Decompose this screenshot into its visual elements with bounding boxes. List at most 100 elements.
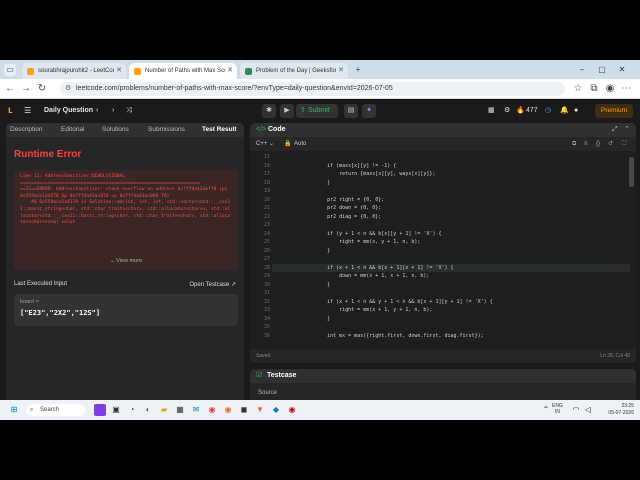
task-view-icon[interactable]: ▣ xyxy=(110,404,122,416)
language-select[interactable]: C++ ⌄ xyxy=(256,137,274,151)
extensions-icon[interactable]: ⧉ xyxy=(588,83,600,95)
bookmark-icon[interactable]: ☆ xyxy=(572,83,584,95)
code-line[interactable]: pr2 down = {0, 0}; xyxy=(303,204,381,213)
browser-tab-2[interactable]: Number of Paths with Max Score ✕ xyxy=(129,63,237,79)
code-line[interactable]: down = mm(x + 1, x + 1, n, b); xyxy=(303,272,429,281)
prev-problem-icon[interactable]: ‹ xyxy=(96,99,98,123)
code-line[interactable]: } xyxy=(303,281,330,290)
ai-sparkle-icon[interactable]: ✦ xyxy=(362,104,376,118)
language-indicator[interactable]: ENG IN xyxy=(552,403,563,415)
search-box[interactable]: ⌕ Search xyxy=(26,404,86,416)
premium-button[interactable]: Premium xyxy=(595,104,633,118)
brave-icon[interactable]: ▼ xyxy=(254,404,266,416)
close-tab-icon[interactable]: ✕ xyxy=(116,63,122,79)
profile-icon[interactable]: ◉ xyxy=(604,83,616,95)
code-line[interactable]: if (maxs[x][y] != -1) { xyxy=(303,162,396,171)
code-line[interactable]: if (y + 1 < n && b[x][y + 1] != 'X') { xyxy=(303,230,441,239)
page-title[interactable]: Daily Question xyxy=(44,99,93,123)
store-icon[interactable]: ▦ xyxy=(174,404,186,416)
widgets-icon[interactable] xyxy=(94,404,106,416)
avatar[interactable]: ● xyxy=(574,99,578,123)
line-number: 23 xyxy=(263,222,270,228)
settings-icon[interactable]: ⚙ xyxy=(504,99,510,123)
tab-actions-icon[interactable]: ▭ xyxy=(4,64,16,76)
close-window-icon[interactable]: ✕ xyxy=(616,64,628,76)
new-tab-icon[interactable]: + xyxy=(352,64,364,76)
start-icon[interactable]: ⊞ xyxy=(8,404,20,416)
submit-button[interactable]: ⇪ Submit xyxy=(296,104,338,118)
fullscreen-icon[interactable]: ⛶ xyxy=(622,137,626,151)
next-problem-icon[interactable]: › xyxy=(112,99,114,123)
copilot-icon[interactable]: ◔ xyxy=(126,404,138,416)
browser-menu-icon[interactable]: ⋯ xyxy=(620,83,632,95)
chrome-icon[interactable]: ◉ xyxy=(206,404,218,416)
line-number: 32 xyxy=(263,298,270,305)
timer-icon[interactable]: ◷ xyxy=(545,99,551,123)
input-value[interactable]: ["E23","2X2","12S"] xyxy=(20,309,100,317)
code-tab[interactable]: Code xyxy=(268,123,286,137)
tab-description[interactable]: Description xyxy=(10,123,43,137)
streak-count[interactable]: 477 xyxy=(526,99,538,123)
testcase-tab[interactable]: Testcase xyxy=(267,369,296,383)
reset-icon[interactable]: ↺ xyxy=(608,137,613,151)
file-explorer-icon[interactable]: ▰ xyxy=(158,404,170,416)
firefox-icon[interactable]: ◉ xyxy=(222,404,234,416)
app-icon-2[interactable]: ◉ xyxy=(286,404,298,416)
code-line[interactable]: right = mm(x, y + 1, n, b); xyxy=(303,238,420,247)
code-line[interactable]: return {maxs[x][y], ways[x][y]}; xyxy=(303,170,435,179)
layout-icon[interactable]: ▦ xyxy=(488,99,495,123)
back-icon[interactable]: ← xyxy=(4,83,16,95)
code-editor[interactable]: 15 16 if (maxs[x][y] != -1) {17 return {… xyxy=(250,151,636,349)
tab-editorial[interactable]: Editorial xyxy=(61,123,84,137)
code-line[interactable]: right = mm(x + 1, y + 1, n, b); xyxy=(303,306,432,315)
clock[interactable]: 23:25 05-07-2026 xyxy=(598,403,634,417)
submit-label: Submit xyxy=(307,107,330,114)
forward-icon[interactable]: → xyxy=(20,83,32,95)
collapse-icon[interactable]: ⌃ xyxy=(624,123,630,137)
close-tab-icon[interactable]: ✕ xyxy=(338,63,344,79)
tab-test-result[interactable]: Test Result xyxy=(202,123,237,137)
minimize-icon[interactable]: – xyxy=(576,64,588,76)
wifi-icon[interactable]: ◠ xyxy=(570,404,582,416)
tab-solutions[interactable]: Solutions xyxy=(102,123,129,137)
code-line[interactable]: if (x + 1 < n && b[x + 1][x + 1] != 'X')… xyxy=(303,264,453,273)
braces-icon[interactable]: {} xyxy=(596,137,600,151)
bookmark-icon[interactable]: ⧉ xyxy=(572,137,576,151)
volume-icon[interactable]: ◁ xyxy=(582,404,594,416)
code-line[interactable]: } xyxy=(303,179,330,188)
leetcode-logo-icon[interactable]: ʟ xyxy=(8,99,13,123)
code-line[interactable]: if (x + 1 < n && y + 1 < n && b[x + 1][y… xyxy=(303,298,493,307)
code-line[interactable]: pr2 diag = {0, 0}; xyxy=(303,213,381,222)
vscode-icon[interactable]: ◆ xyxy=(270,404,282,416)
site-info-icon[interactable]: ⚙ xyxy=(65,82,71,96)
notes-icon[interactable]: ▤ xyxy=(344,104,358,118)
notifications-icon[interactable]: 🔔 xyxy=(560,99,569,123)
browser-tab-1[interactable]: sourabhrajpurohit2 - LeetCode P ✕ xyxy=(22,63,126,79)
code-line[interactable]: int mx = max({right.first, down.first, d… xyxy=(303,332,484,341)
reload-icon[interactable]: ↻ xyxy=(36,83,48,95)
shuffle-icon[interactable]: ⤨ xyxy=(126,99,132,123)
run-icon[interactable]: ▶ xyxy=(280,104,294,118)
close-tab-icon[interactable]: ✕ xyxy=(227,63,233,79)
tab-submissions[interactable]: Submissions xyxy=(148,123,185,137)
mail-icon[interactable]: ✉ xyxy=(190,404,202,416)
format-icon[interactable]: ≡ xyxy=(584,137,588,151)
editor-scrollbar[interactable] xyxy=(629,157,634,187)
source-label[interactable]: Source xyxy=(258,390,277,396)
view-more-button[interactable]: ⌄ View more xyxy=(14,258,238,264)
url-field[interactable]: ⚙ leetcode.com/problems/number-of-paths-… xyxy=(60,82,565,96)
problem-list-icon[interactable]: ☰ xyxy=(24,99,31,123)
app-icon[interactable]: ◼ xyxy=(238,404,250,416)
code-line[interactable] xyxy=(303,153,327,162)
tray-chevron-icon[interactable]: ⌃ xyxy=(540,404,552,416)
code-line[interactable]: pr2 right = {0, 0}; xyxy=(303,196,384,205)
auto-mode[interactable]: Auto xyxy=(294,137,306,151)
open-testcase-link[interactable]: Open Testcase ↗ xyxy=(189,281,236,288)
expand-icon[interactable]: ⤢ xyxy=(612,123,618,137)
code-line[interactable]: } xyxy=(303,315,330,324)
maximize-icon[interactable]: ▢ xyxy=(596,64,608,76)
code-line[interactable]: } xyxy=(303,247,330,256)
edge-icon[interactable]: ◐ xyxy=(142,404,154,416)
debug-icon[interactable]: ✱ xyxy=(262,104,276,118)
browser-tab-3[interactable]: Problem of the Day | GeeksforGe ✕ xyxy=(240,63,348,79)
